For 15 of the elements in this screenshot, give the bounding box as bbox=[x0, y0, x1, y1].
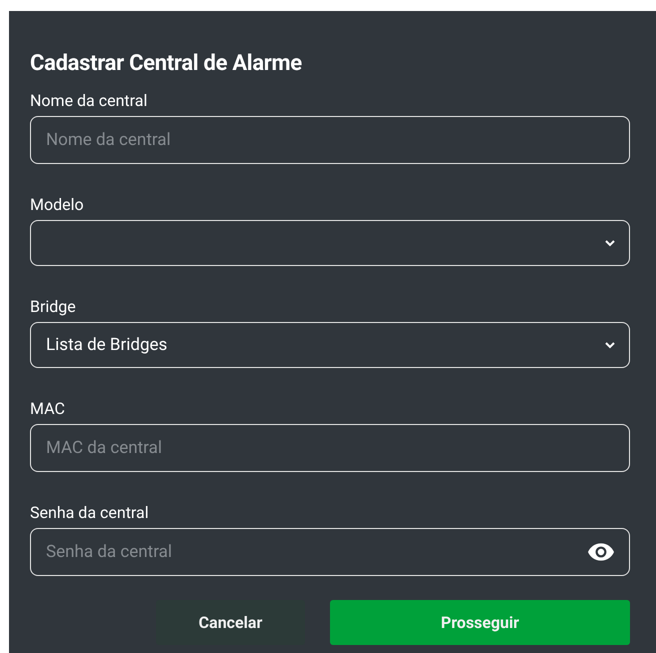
field-label: MAC bbox=[30, 399, 65, 420]
eye-icon[interactable] bbox=[588, 543, 614, 562]
cancel-button[interactable]: Cancelar bbox=[156, 600, 305, 646]
dialog-title: Cadastrar Central de Alarme bbox=[30, 51, 303, 78]
field-label: Senha da central bbox=[30, 503, 149, 524]
text-field[interactable]: Nome da central bbox=[30, 116, 630, 164]
field-label: Bridge bbox=[30, 297, 76, 318]
field-label: Nome da central bbox=[30, 91, 148, 112]
field-label: Modelo bbox=[30, 195, 84, 216]
password-field[interactable]: Senha da central bbox=[30, 528, 630, 576]
chevron-down-icon bbox=[605, 240, 615, 247]
text-field[interactable]: MAC da central bbox=[30, 424, 630, 472]
select-field[interactable]: Lista de Bridges bbox=[30, 322, 630, 368]
chevron-down-icon bbox=[605, 342, 615, 349]
select-field[interactable] bbox=[30, 220, 630, 266]
